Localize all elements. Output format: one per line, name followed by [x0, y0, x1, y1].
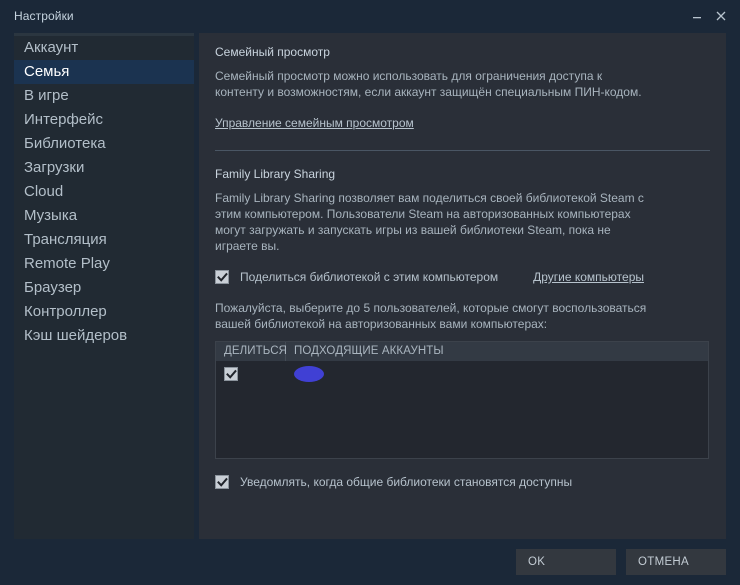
- settings-sidebar[interactable]: Аккаунт Семья В игре Интерфейс Библиотек…: [14, 33, 194, 539]
- sidebar-item-controller[interactable]: Контроллер: [14, 300, 194, 324]
- ok-button[interactable]: OK: [516, 549, 616, 575]
- family-view-title: Семейный просмотр: [215, 45, 330, 59]
- sidebar-item-music[interactable]: Музыка: [14, 204, 194, 228]
- table-body: [216, 361, 708, 458]
- library-sharing-title: Family Library Sharing: [215, 167, 336, 181]
- settings-window: Настройки Аккаунт Семья В игре Интерфейс…: [0, 0, 740, 585]
- share-library-checkbox[interactable]: [215, 270, 229, 284]
- row-account-cell: [286, 366, 708, 382]
- window-title: Настройки: [14, 8, 74, 23]
- dialog-footer: OK ОТМЕНА: [0, 539, 740, 585]
- cancel-button[interactable]: ОТМЕНА: [626, 549, 726, 575]
- sidebar-item-browser[interactable]: Браузер: [14, 276, 194, 300]
- eligible-accounts-table: ДЕЛИТЬСЯ ПОДХОДЯЩИЕ АККАУНТЫ: [215, 341, 709, 459]
- notify-checkbox[interactable]: [215, 475, 229, 489]
- redacted-account-name: [294, 366, 324, 382]
- manage-family-view-link[interactable]: Управление семейным просмотром: [215, 116, 414, 130]
- library-sharing-description: Family Library Sharing позволяет вам под…: [215, 191, 644, 253]
- column-header-eligible-accounts: ПОДХОДЯЩИЕ АККАУНТЫ: [294, 345, 444, 357]
- row-share-cell: [216, 367, 286, 381]
- minimize-icon[interactable]: [686, 5, 708, 27]
- user-selection-instructions: Пожалуйста, выберите до 5 пользователей,…: [215, 301, 647, 331]
- window-body: Аккаунт Семья В игре Интерфейс Библиотек…: [0, 31, 740, 585]
- table-row[interactable]: [216, 361, 708, 385]
- sidebar-item-downloads[interactable]: Загрузки: [14, 156, 194, 180]
- notify-row: Уведомлять, когда общие библиотеки стано…: [215, 475, 710, 489]
- sidebar-item-in-game[interactable]: В игре: [14, 84, 194, 108]
- section-divider: [215, 150, 710, 151]
- title-bar: Настройки: [0, 0, 740, 31]
- sidebar-item-broadcast[interactable]: Трансляция: [14, 228, 194, 252]
- other-computers-link[interactable]: Другие компьютеры: [533, 270, 644, 284]
- share-library-row: Поделиться библиотекой с этим компьютеро…: [215, 270, 710, 284]
- notify-label: Уведомлять, когда общие библиотеки стано…: [240, 475, 573, 489]
- column-header-share: ДЕЛИТЬСЯ: [216, 342, 287, 361]
- sidebar-item-library[interactable]: Библиотека: [14, 132, 194, 156]
- window-controls: [686, 5, 732, 27]
- sidebar-item-cloud[interactable]: Cloud: [14, 180, 194, 204]
- settings-main-panel: Семейный просмотр Семейный просмотр можн…: [199, 33, 726, 539]
- close-icon[interactable]: [710, 5, 732, 27]
- table-header-row: ДЕЛИТЬСЯ ПОДХОДЯЩИЕ АККАУНТЫ: [216, 342, 708, 361]
- sidebar-item-remote-play[interactable]: Remote Play: [14, 252, 194, 276]
- sidebar-item-interface[interactable]: Интерфейс: [14, 108, 194, 132]
- family-view-description: Семейный просмотр можно использовать для…: [215, 69, 642, 99]
- sidebar-item-family[interactable]: Семья: [14, 60, 194, 84]
- sidebar-item-shader-cache[interactable]: Кэш шейдеров: [14, 324, 194, 348]
- row-share-checkbox[interactable]: [224, 367, 238, 381]
- share-library-label: Поделиться библиотекой с этим компьютеро…: [240, 270, 499, 284]
- sidebar-item-account[interactable]: Аккаунт: [14, 36, 194, 60]
